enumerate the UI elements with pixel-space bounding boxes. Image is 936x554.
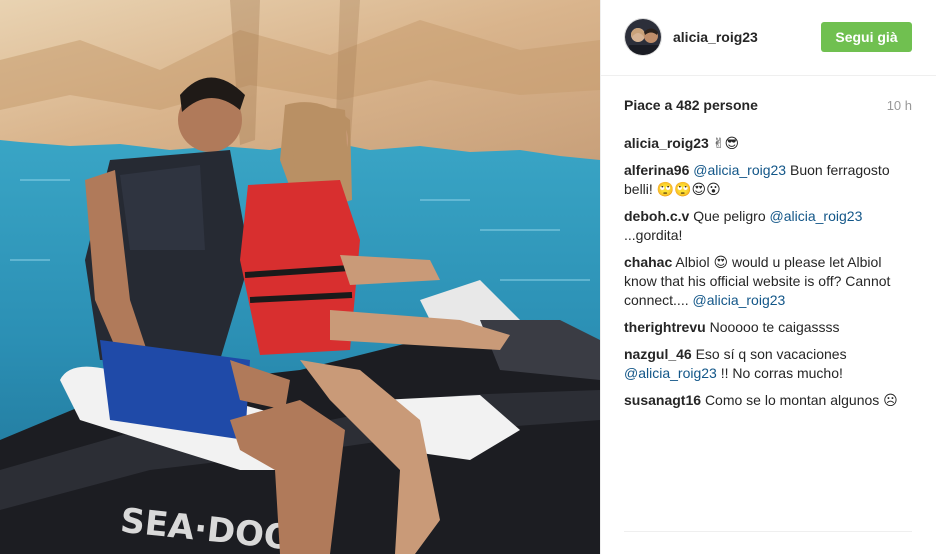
comment-item: alferina96 @alicia_roig23 Buon ferragost…	[624, 161, 914, 199]
comment-text: Eso sí q son vacaciones	[695, 346, 847, 362]
comment-text: !! No corras mucho!	[716, 365, 843, 381]
comment-item: susanagt16 Como se lo montan algunos ☹	[624, 391, 914, 410]
comment-username[interactable]: chahac	[624, 254, 672, 270]
username-link[interactable]: alicia_roig23	[673, 29, 758, 45]
post-side-panel: alicia_roig23 Segui già Piace a 482 pers…	[600, 0, 936, 554]
comment-username[interactable]: therightrevu	[624, 319, 706, 335]
profile-picture-icon	[625, 19, 661, 55]
comment-mention[interactable]: @alicia_roig23	[693, 162, 786, 178]
divider	[624, 531, 912, 532]
comment-item: therightrevu Nooooo te caigassss	[624, 318, 914, 337]
comment-item: nazgul_46 Eso sí q son vacaciones @alici…	[624, 345, 914, 383]
comment-text: Que peligro	[693, 208, 770, 224]
comments-list: alicia_roig23 ✌😎 alferina96 @alicia_roig2…	[624, 134, 914, 418]
comment-text: ...gordita!	[624, 227, 683, 243]
comment-item: chahac Albiol 😍 would u please let Albio…	[624, 253, 914, 310]
likes-count[interactable]: Piace a 482 persone	[624, 97, 758, 113]
jet-ski-photo-illustration: SEA·DOO	[0, 0, 600, 554]
likes-row: Piace a 482 persone 10 h	[624, 97, 912, 115]
post-header: alicia_roig23 Segui già	[601, 0, 936, 76]
comment-text: Como se lo montan algunos ☹	[704, 392, 898, 408]
comment-username[interactable]: nazgul_46	[624, 346, 692, 362]
comment-item: deboh.c.v Que peligro @alicia_roig23 ...…	[624, 207, 914, 245]
comment-username[interactable]: alferina96	[624, 162, 689, 178]
post-photo[interactable]: SEA·DOO	[0, 0, 600, 554]
comment-text: Nooooo te caigassss	[709, 319, 840, 335]
comment-mention[interactable]: @alicia_roig23	[692, 292, 785, 308]
instagram-post: SEA·DOO alicia_roig23 Segui già Piace a …	[0, 0, 936, 554]
avatar[interactable]	[624, 18, 662, 56]
comment-username[interactable]: susanagt16	[624, 392, 701, 408]
follow-button[interactable]: Segui già	[821, 22, 912, 52]
comment-item: alicia_roig23 ✌😎	[624, 134, 914, 153]
comment-text: ✌😎	[712, 135, 740, 151]
comment-mention[interactable]: @alicia_roig23	[770, 208, 863, 224]
post-timestamp[interactable]: 10 h	[887, 98, 912, 113]
comment-mention[interactable]: @alicia_roig23	[624, 365, 717, 381]
comment-username[interactable]: deboh.c.v	[624, 208, 689, 224]
comment-username[interactable]: alicia_roig23	[624, 135, 709, 151]
